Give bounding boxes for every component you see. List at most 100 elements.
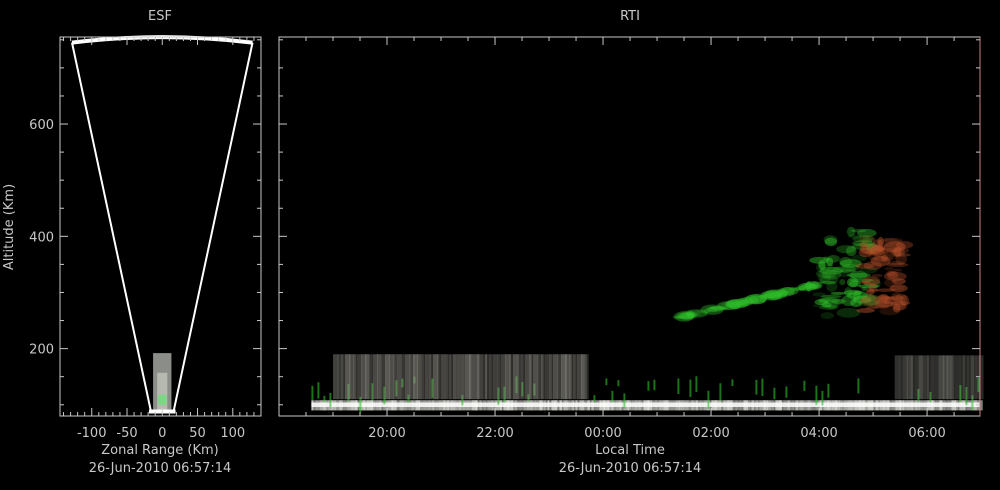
esf-xtick-label: 0 bbox=[158, 426, 166, 441]
rti-plume-blob bbox=[890, 285, 905, 291]
rti-xtick-label: 04:00 bbox=[800, 426, 837, 441]
esf-panel: ESF Altitude (Km) 200 400 600 -100 -50 0 50 100… bbox=[2, 9, 262, 476]
rti-echo-stripe bbox=[505, 354, 510, 400]
rti-echo-stripe bbox=[453, 354, 457, 400]
rti-echo-stripe bbox=[425, 354, 429, 400]
rti-plume-blob bbox=[868, 282, 878, 292]
rti-echo-stripe bbox=[918, 355, 923, 400]
rti-caption: 26-Jun-2010 06:57:14 bbox=[559, 461, 702, 476]
esf-xtick-label: -50 bbox=[116, 426, 137, 441]
rti-plume-blob bbox=[731, 298, 752, 307]
rti-echo-speck bbox=[653, 379, 656, 391]
rti-echo-speck bbox=[821, 390, 824, 406]
rti-echo-stripe bbox=[493, 354, 498, 400]
rti-echo-speck bbox=[827, 383, 830, 398]
esf-ytick-label: 200 bbox=[29, 343, 54, 358]
esf-echo-core bbox=[157, 372, 168, 412]
rti-plume-blob bbox=[845, 245, 857, 257]
rti-echo-stripe bbox=[914, 355, 919, 400]
rti-echo-stripe bbox=[970, 355, 975, 400]
rti-panel: RTI 20:00 22:00 00:00 02:00 04:00 06:00 Local… bbox=[278, 9, 984, 476]
rti-xtick-label: 02:00 bbox=[692, 426, 729, 441]
rti-plume-blob bbox=[844, 287, 852, 298]
rti-echo-stripe bbox=[429, 354, 432, 400]
rti-echo-speck bbox=[731, 379, 734, 387]
rti-plume-blob bbox=[884, 296, 897, 307]
rti-echo-stripe bbox=[962, 355, 965, 400]
esf-xtick-label: 50 bbox=[189, 426, 206, 441]
esf-fan-right-edge bbox=[172, 42, 254, 412]
rti-echo-stripe bbox=[974, 355, 978, 400]
rti-xtick-label: 22:00 bbox=[476, 426, 513, 441]
rti-plume-blob bbox=[750, 295, 759, 304]
rti-plot-area bbox=[311, 226, 984, 413]
rti-echo-stripe bbox=[437, 354, 440, 400]
rti-echo-stripe bbox=[521, 354, 524, 400]
rti-echo-speck bbox=[677, 378, 680, 394]
rti-plume-blob bbox=[823, 256, 830, 262]
esf-xtick-label: 100 bbox=[220, 426, 245, 441]
rti-echo-stripe bbox=[926, 355, 929, 400]
rti-echo-stripe bbox=[557, 354, 562, 400]
rti-feature-plume-rising bbox=[672, 280, 823, 322]
rti-echo-stripe bbox=[549, 354, 553, 400]
rti-echo-stripe bbox=[421, 354, 424, 400]
rti-echo-stripe bbox=[898, 355, 902, 400]
rti-xtick-label: 20:00 bbox=[368, 426, 405, 441]
rti-echo-speck bbox=[755, 379, 758, 395]
figure: ESF Altitude (Km) 200 400 600 -100 -50 0 50 100… bbox=[2, 9, 984, 476]
rti-echo-speck bbox=[623, 393, 626, 409]
esf-ylabel: Altitude (Km) bbox=[2, 184, 17, 270]
rti-echo-stripe bbox=[497, 354, 501, 400]
esf-plot-area bbox=[71, 35, 254, 414]
rti-title: RTI bbox=[620, 9, 640, 24]
rti-feature-layer-echo-late bbox=[894, 355, 984, 400]
rti-echo-stripe bbox=[894, 355, 900, 400]
rti-plume-blob bbox=[830, 291, 846, 295]
rti-echo-stripe bbox=[922, 355, 927, 400]
rti-echo-stripe bbox=[489, 354, 492, 400]
rti-echo-stripe bbox=[581, 354, 585, 400]
rti-echo-stripe bbox=[954, 355, 959, 400]
rti-echo-stripe bbox=[569, 354, 572, 400]
rti-echo-speck bbox=[323, 395, 326, 403]
rti-plume-blob bbox=[847, 277, 859, 288]
esf-echo-green bbox=[158, 394, 167, 405]
rti-echo-stripe bbox=[441, 354, 446, 400]
rti-echo-stripe bbox=[469, 354, 473, 400]
rti-plume-blob bbox=[896, 253, 911, 257]
rti-echo-stripe bbox=[573, 354, 576, 400]
rti-echo-stripe bbox=[485, 354, 488, 400]
rti-echo-stripe bbox=[457, 354, 462, 400]
rti-echo-stripe bbox=[397, 354, 402, 400]
rti-echo-speck bbox=[719, 383, 722, 401]
esf-xlabel: Zonal Range (Km) bbox=[101, 443, 218, 458]
rti-plume-blob bbox=[886, 262, 909, 267]
rti-echo-stripe bbox=[369, 354, 373, 400]
rti-plume-blob bbox=[788, 287, 806, 292]
rti-echo-speck bbox=[617, 380, 620, 387]
rti-plume-blob bbox=[871, 273, 883, 278]
rti-echo-speck bbox=[311, 385, 314, 400]
rti-echo-stripe bbox=[585, 354, 589, 400]
rti-plume-blob bbox=[820, 312, 834, 320]
rti-plume-blob bbox=[860, 281, 872, 285]
rti-plume-blob bbox=[705, 306, 723, 313]
rti-plume-blob bbox=[884, 266, 895, 271]
rti-echo-stripe bbox=[950, 355, 954, 400]
esf-xtick-label: -100 bbox=[77, 426, 107, 441]
rti-echo-stripe bbox=[353, 354, 356, 400]
rti-echo-core bbox=[311, 402, 980, 408]
rti-echo-stripe bbox=[417, 354, 422, 400]
rti-plume-blob bbox=[686, 311, 695, 319]
rti-echo-speck bbox=[707, 390, 710, 409]
rti-plume-blob bbox=[824, 237, 838, 247]
rti-echo-speck bbox=[593, 395, 596, 402]
rti-echo-stripe bbox=[509, 354, 512, 400]
rti-echo-speck bbox=[329, 392, 332, 408]
rti-echo-speck bbox=[695, 376, 698, 392]
rti-echo-stripe bbox=[565, 354, 570, 400]
rti-plume-blob bbox=[858, 247, 873, 258]
rti-echo-stripe bbox=[958, 355, 962, 400]
rti-plume-blob bbox=[836, 307, 861, 318]
